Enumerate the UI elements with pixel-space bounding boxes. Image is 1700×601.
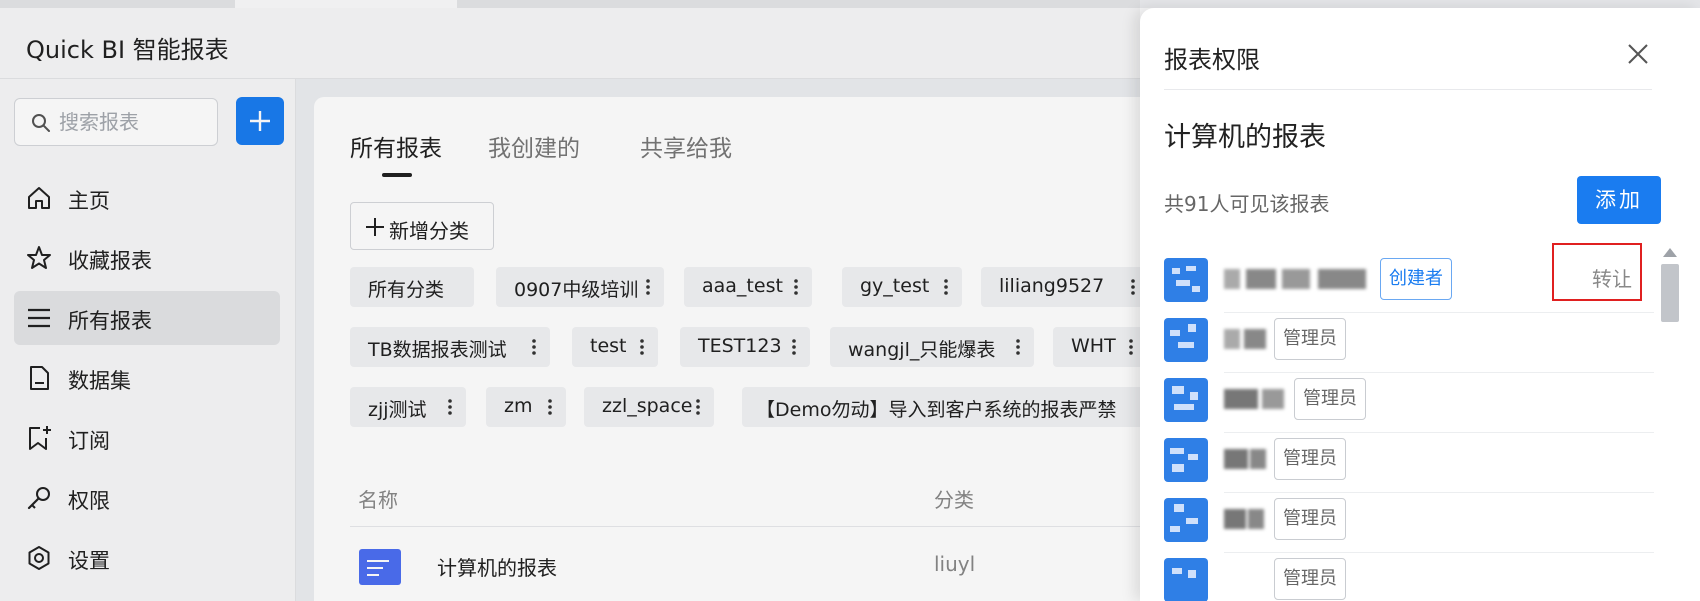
user-row: 管理员 — [1164, 547, 1654, 601]
role-badge-admin: 管理员 — [1274, 318, 1346, 360]
scroll-up-icon[interactable] — [1663, 248, 1677, 257]
user-row: 管理员 — [1164, 367, 1654, 433]
permission-drawer: 报表权限 计算机的报表 共91人可见该报表 添加 创建者 转让 管理员 管理员 … — [1140, 8, 1700, 601]
modal-overlay[interactable] — [0, 0, 1140, 601]
drawer-title: 报表权限 — [1164, 46, 1260, 74]
avatar — [1164, 438, 1208, 482]
role-badge-admin: 管理员 — [1274, 558, 1346, 600]
visible-count: 共91人可见该报表 — [1164, 192, 1330, 216]
role-badge-admin: 管理员 — [1274, 498, 1346, 540]
role-badge-creator: 创建者 — [1380, 258, 1452, 300]
avatar — [1164, 318, 1208, 362]
scrollbar-thumb[interactable] — [1661, 264, 1679, 322]
divider — [1164, 89, 1652, 90]
transfer-ownership-button[interactable]: 转让 — [1552, 243, 1642, 301]
user-row: 管理员 — [1164, 427, 1654, 493]
scrollbar[interactable] — [1658, 246, 1682, 601]
close-icon[interactable] — [1624, 40, 1652, 68]
user-row: 管理员 — [1164, 307, 1654, 373]
report-title: 计算机的报表 — [1164, 122, 1326, 153]
avatar — [1164, 378, 1208, 422]
role-badge-admin: 管理员 — [1274, 438, 1346, 480]
user-row: 管理员 — [1164, 487, 1654, 553]
avatar — [1164, 558, 1208, 601]
avatar — [1164, 258, 1208, 302]
avatar — [1164, 498, 1208, 542]
role-badge-admin: 管理员 — [1294, 378, 1366, 420]
add-user-button[interactable]: 添加 — [1577, 176, 1661, 224]
